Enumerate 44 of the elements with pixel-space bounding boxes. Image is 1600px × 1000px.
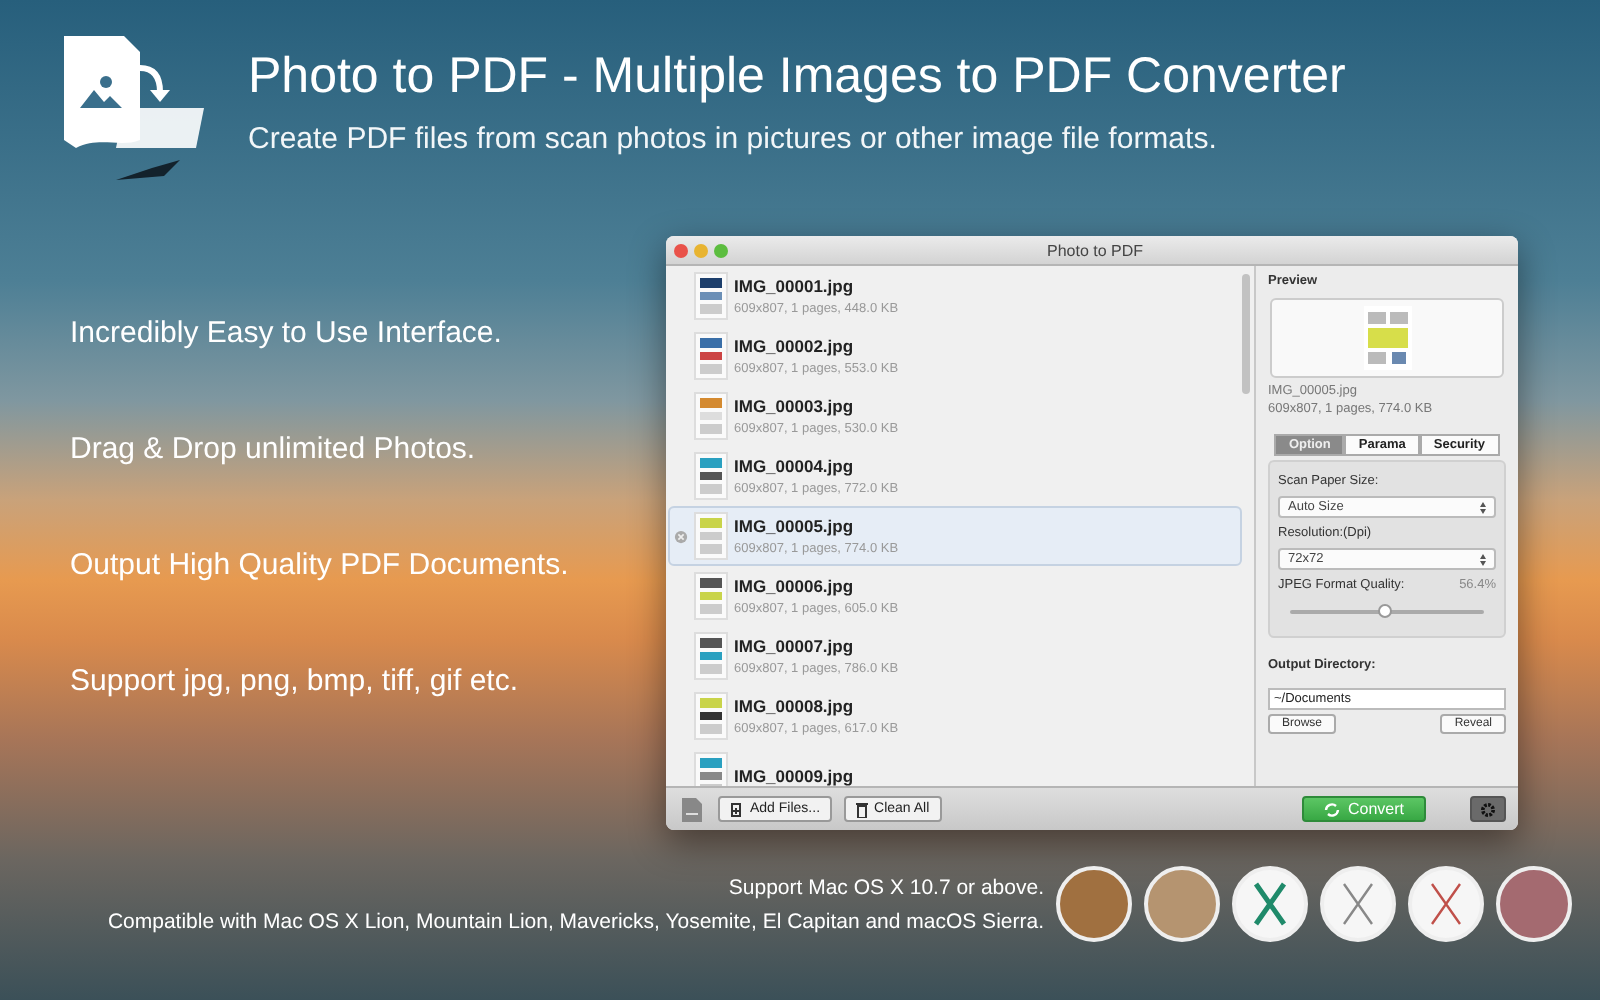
refresh-icon — [1323, 801, 1340, 817]
add-document-icon — [730, 801, 744, 817]
page-thumbnail — [694, 632, 728, 680]
feature-text: Drag & Drop unlimited Photos. — [70, 432, 478, 468]
file-name: IMG_00005.jpg — [734, 516, 856, 536]
file-name: IMG_00009.jpg — [734, 766, 854, 786]
close-button[interactable] — [674, 243, 688, 257]
document-icon[interactable] — [678, 795, 706, 823]
slider-thumb[interactable] — [1377, 604, 1392, 618]
page-thumbnail — [694, 512, 728, 560]
file-name: IMG_00002.jpg — [734, 336, 856, 356]
feature-text: Output High Quality PDF Documents. — [70, 548, 571, 584]
file-name: IMG_00001.jpg — [734, 276, 856, 296]
page-thumbnail — [694, 272, 728, 320]
stepper-icon — [1480, 553, 1486, 565]
window-title: Photo to PDF — [1044, 241, 1146, 259]
scrollbar[interactable] — [1242, 274, 1250, 394]
feature-text: Incredibly Easy to Use Interface. — [70, 316, 504, 352]
app-subtitle: Create PDF files from scan photos in pictures or other image file formats. — [248, 122, 1219, 156]
remove-icon[interactable] — [674, 529, 688, 543]
page-thumbnail — [694, 332, 728, 380]
file-name: IMG_00004.jpg — [734, 456, 856, 476]
minimize-button[interactable] — [694, 243, 708, 257]
file-name: IMG_00008.jpg — [734, 696, 856, 716]
settings-button[interactable] — [1470, 796, 1506, 822]
page-thumbnail — [694, 572, 728, 620]
trash-icon — [856, 801, 869, 817]
stepper-icon — [1480, 501, 1486, 513]
app-title: Photo to PDF - Multiple Images to PDF Converter — [248, 48, 1346, 106]
file-name: IMG_00006.jpg — [734, 576, 856, 596]
page-thumbnail — [694, 452, 728, 500]
file-name: IMG_00007.jpg — [734, 636, 856, 656]
zoom-button[interactable] — [714, 243, 728, 257]
page-thumbnail — [694, 392, 728, 440]
compatibility-text: Support Mac OS X 10.7 or above. — [728, 875, 1044, 899]
file-name: IMG_00003.jpg — [734, 396, 856, 416]
gear-icon — [1480, 801, 1496, 817]
compatibility-text: Compatible with Mac OS X Lion, Mountain Lion, Mavericks, Yosemite, El Capitan and macOS Sierra. — [107, 909, 1044, 933]
page-thumbnail — [694, 692, 728, 740]
x-logo-icon — [1232, 866, 1308, 942]
page-preview-drawing — [1363, 306, 1411, 370]
feature-text: Support jpg, png, bmp, tiff, gif etc. — [70, 664, 521, 700]
x-logo-icon — [1320, 866, 1396, 942]
x-logo-icon — [1408, 866, 1484, 942]
